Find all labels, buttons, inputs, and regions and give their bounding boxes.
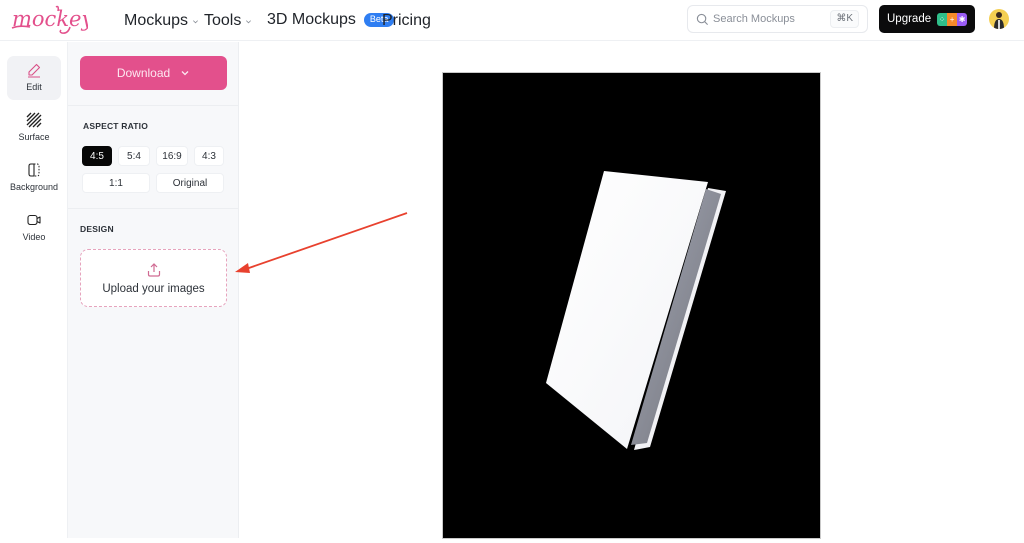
texture-icon	[26, 112, 42, 128]
upgrade-label: Upgrade	[887, 13, 932, 25]
star-icon: ✱	[957, 12, 968, 26]
person-icon	[994, 12, 1004, 29]
nav-tools-label: Tools	[204, 12, 242, 29]
background-icon	[28, 163, 40, 177]
logo-text: mockey	[12, 7, 88, 31]
video-icon	[27, 214, 41, 226]
upgrade-button[interactable]: Upgrade ⁘ + ✱	[879, 5, 975, 33]
download-button[interactable]: Download	[80, 56, 227, 90]
nav-mockups[interactable]: Mockups	[124, 12, 199, 30]
top-navigation-bar: mockey Mockups Tools 3D Mockups Beta Pri…	[0, 0, 1024, 41]
pencil-icon	[28, 63, 41, 78]
nav-pricing-label: Pricing	[382, 12, 431, 29]
upload-images-label: Upload your images	[102, 282, 205, 295]
upload-images-dropzone[interactable]: Upload your images	[80, 249, 227, 307]
nav-mockups-label: Mockups	[124, 12, 189, 29]
mockey-logo[interactable]: mockey	[10, 3, 88, 37]
design-heading: DESIGN	[80, 224, 114, 234]
nav-3d-mockups-label: 3D Mockups	[267, 11, 356, 28]
aspect-ratio-1-1[interactable]: 1:1	[82, 173, 150, 193]
nav-tools[interactable]: Tools	[204, 12, 252, 30]
mockup-canvas[interactable]	[442, 72, 821, 539]
rail-item-video[interactable]: Video	[7, 206, 61, 250]
section-divider	[68, 208, 238, 209]
search-input[interactable]	[713, 10, 823, 28]
user-avatar[interactable]	[989, 9, 1009, 29]
rail-item-background[interactable]: Background	[7, 156, 61, 200]
aspect-ratio-5-4[interactable]: 5:4	[118, 146, 150, 166]
rail-item-surface[interactable]: Surface	[7, 106, 61, 150]
chevron-down-icon	[246, 19, 252, 23]
settings-panel: Download ASPECT RATIO 4:5 5:4 16:9 4:3 1…	[68, 42, 239, 538]
plus-icon: +	[947, 12, 958, 26]
rail-item-edit[interactable]: Edit	[7, 56, 61, 100]
aspect-ratio-4-3[interactable]: 4:3	[194, 146, 224, 166]
upload-icon	[147, 262, 160, 277]
nav-3d-mockups[interactable]: 3D Mockups Beta	[267, 11, 395, 29]
aspect-ratio-4-5[interactable]: 4:5	[82, 146, 112, 166]
search-shortcut-hint: ⌘K	[830, 10, 859, 28]
upgrade-feature-badges: ⁘ + ✱	[937, 12, 968, 26]
rail-item-edit-label: Edit	[26, 82, 42, 92]
tool-rail: Edit Surface Background Video	[0, 42, 68, 538]
rail-item-background-label: Background	[9, 182, 59, 192]
download-label: Download	[116, 66, 171, 80]
sparkle-icon: ⁘	[937, 12, 948, 26]
nav-pricing[interactable]: Pricing	[382, 12, 431, 30]
book-mockup[interactable]	[443, 73, 820, 538]
aspect-ratio-original[interactable]: Original	[156, 173, 224, 193]
rail-item-video-label: Video	[22, 232, 46, 242]
rail-item-surface-label: Surface	[18, 132, 50, 142]
chevron-down-icon	[193, 19, 199, 23]
search-icon	[696, 13, 709, 26]
download-section: Download	[68, 42, 238, 106]
search-box[interactable]: ⌘K	[687, 5, 868, 33]
chevron-down-icon	[181, 71, 189, 76]
aspect-ratio-heading: ASPECT RATIO	[83, 121, 149, 131]
aspect-ratio-16-9[interactable]: 16:9	[156, 146, 188, 166]
preview-stage	[240, 42, 1024, 539]
